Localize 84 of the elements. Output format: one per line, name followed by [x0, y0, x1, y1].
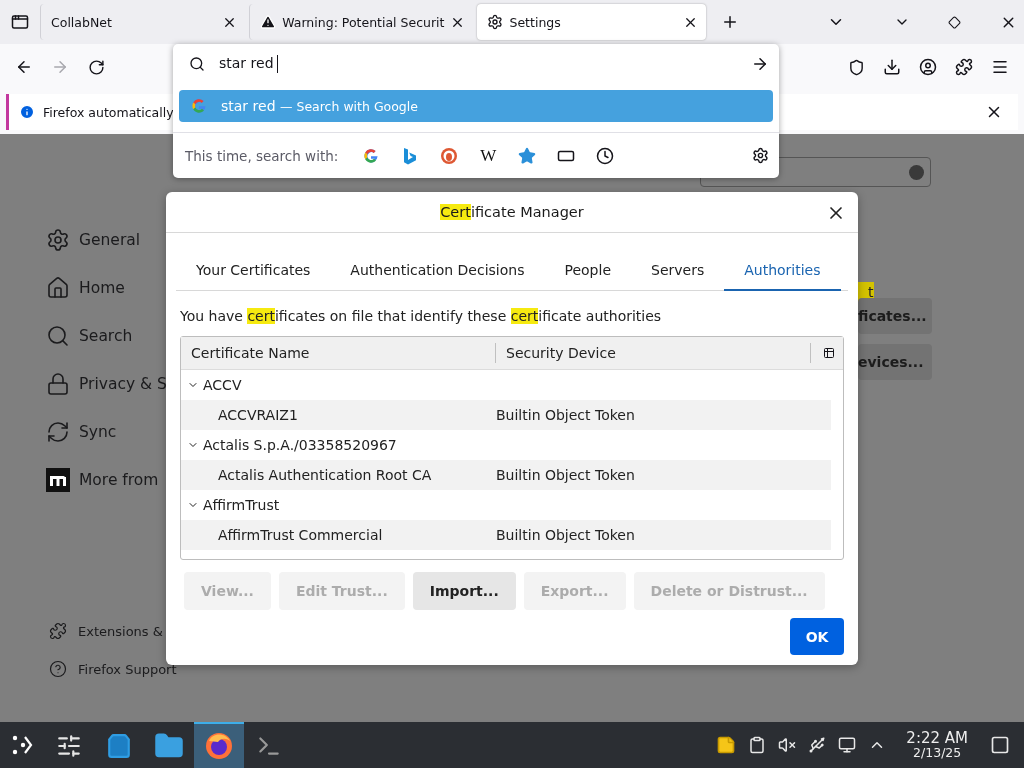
launcher-icon[interactable] [10, 733, 34, 757]
clipboard-icon[interactable] [748, 736, 767, 754]
sidebar-link[interactable]: Firefox Support [46, 650, 177, 688]
sliders-icon[interactable] [56, 733, 82, 759]
puzzle-icon[interactable] [955, 58, 973, 76]
maximize-icon[interactable] [947, 15, 961, 29]
dialog-tab[interactable]: Authentication Decisions [330, 250, 545, 291]
sidebar-item[interactable]: Home [46, 264, 125, 312]
date-text: 2/13/25 [913, 746, 962, 760]
reload-icon[interactable] [87, 58, 105, 76]
sidebar-item[interactable]: General [46, 216, 141, 264]
clock-icon [596, 146, 615, 165]
network-icon[interactable] [838, 736, 857, 754]
clear-icon [909, 164, 924, 180]
warning-icon [260, 14, 277, 30]
sync-icon [46, 420, 70, 444]
star-icon [518, 146, 537, 165]
tree-group[interactable]: Actalis S.p.A./03358520967 [181, 437, 831, 453]
browser-tab[interactable]: Settings [477, 4, 706, 40]
account-icon[interactable] [919, 58, 937, 76]
search-icon [46, 324, 70, 348]
time-text: 2:22 AM [906, 730, 968, 747]
sidebar-item[interactable]: Privacy & S [46, 360, 167, 408]
google-icon [363, 147, 380, 164]
puzzle-icon [49, 622, 67, 640]
table-cell-text: Builtin Object Token [496, 467, 636, 483]
settings-icon[interactable] [752, 147, 769, 164]
duck-icon [440, 146, 459, 165]
home-icon [46, 276, 70, 300]
help-icon [49, 660, 67, 678]
engine-button[interactable]: W [475, 142, 502, 169]
browser-tab[interactable]: CollabNet [40, 4, 246, 40]
tree-group[interactable]: ACCV [181, 377, 831, 393]
go-arrow-icon[interactable] [751, 55, 769, 73]
sidebar-link[interactable]: Extensions & [46, 612, 163, 650]
sidebar-item[interactable]: More from [46, 456, 159, 504]
table-cell-text: Actalis Authentication Root CA [217, 467, 433, 483]
bag-icon[interactable] [106, 733, 132, 759]
column-header[interactable]: Certificate Name [181, 343, 496, 363]
lock-icon [46, 372, 70, 396]
table-cell-text: Builtin Object Token [496, 407, 636, 423]
column-picker-icon[interactable] [823, 347, 835, 359]
ok-button[interactable]: OK [790, 618, 844, 655]
back-icon[interactable] [15, 58, 33, 76]
dialog-tab[interactable]: Authorities [724, 250, 841, 291]
muted-speaker-icon[interactable] [778, 736, 797, 754]
settings-button[interactable]: evices... [858, 344, 932, 380]
dialog-tab[interactable]: Your Certificates [176, 250, 331, 291]
firefox-icon[interactable] [204, 731, 234, 761]
sidebar-item[interactable]: Sync [46, 408, 117, 456]
tree-row[interactable]: ACCVRAIZ1 Builtin Object Token [181, 400, 831, 430]
info-icon [19, 104, 35, 120]
bing-icon [403, 146, 418, 165]
show-desktop-icon[interactable] [990, 735, 1010, 755]
dialog-tab[interactable]: People [544, 250, 631, 291]
table-cell-text: AffirmTrust Commercial [217, 527, 384, 543]
settings-button[interactable]: ficates... [858, 298, 932, 334]
plus-icon[interactable] [721, 13, 739, 31]
browser-tab[interactable]: Warning: Potential Securit [249, 4, 474, 40]
logo-icon [46, 468, 70, 492]
gear-icon [487, 14, 504, 30]
clock[interactable]: 2:22 AM 2/13/25 [906, 730, 968, 760]
search-with-label: This time, search with: [185, 147, 339, 164]
tree-row[interactable]: AffirmTrust Commercial Builtin Object Token [181, 520, 831, 550]
table-cell-text: ACCVRAIZ1 [217, 407, 299, 423]
note-icon[interactable] [716, 735, 737, 755]
tree-row[interactable]: Actalis Authentication Root CA Builtin Object Token [181, 460, 831, 490]
shield-icon[interactable] [847, 58, 865, 76]
notification-text: Firefox automatically [43, 104, 174, 120]
window-icon[interactable] [11, 13, 29, 31]
menu-icon[interactable] [991, 58, 1009, 76]
google-icon [191, 98, 207, 114]
gear-icon [46, 228, 70, 252]
table-cell-text: Builtin Object Token [496, 527, 636, 543]
wikipedia-icon: W [480, 145, 497, 166]
download-icon[interactable] [883, 58, 901, 76]
search-icon [189, 56, 205, 72]
dialog-button[interactable]: Import... [412, 572, 516, 610]
dialog-tab[interactable]: Servers [631, 250, 725, 291]
usb-icon[interactable] [808, 736, 827, 754]
taskbar-app[interactable] [194, 722, 244, 768]
column-header[interactable]: Security Device [496, 343, 811, 363]
tree-group[interactable]: AffirmTrust [181, 497, 831, 513]
sidebar-item[interactable]: Search [46, 312, 133, 360]
